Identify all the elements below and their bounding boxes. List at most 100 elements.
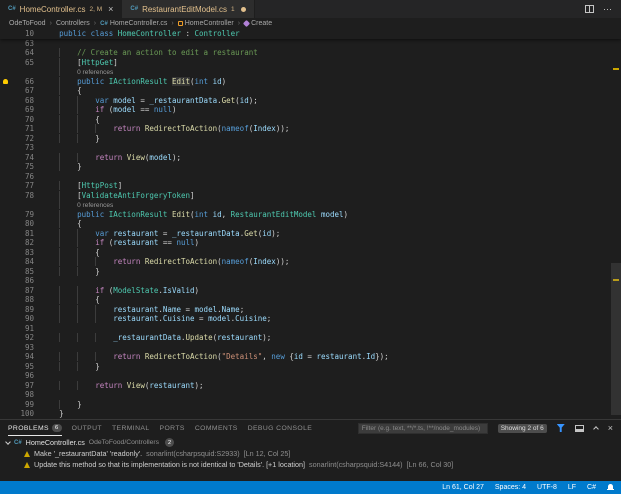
panel-tab-output[interactable]: OUTPUT: [72, 420, 102, 436]
scrollbar[interactable]: [611, 29, 621, 419]
breadcrumb-item-controllers[interactable]: Controllers: [56, 20, 90, 27]
problem-row[interactable]: Make '_restaurantData' 'readonly'. sonar…: [0, 448, 621, 459]
breadcrumb-item-class[interactable]: HomeController: [178, 20, 234, 27]
code-line[interactable]: 82 if (restaurant == null): [0, 238, 621, 248]
code-line[interactable]: 81 var restaurant = _restaurantData.Get(…: [0, 229, 621, 239]
code-line[interactable]: 66 public IActionResult Edit(int id): [0, 77, 621, 87]
gutter-glyph-margin: [0, 48, 12, 58]
chevron-right-icon: ›: [94, 20, 96, 27]
code-text: [34, 276, 621, 286]
panel-tab-terminal[interactable]: TERMINAL: [112, 420, 150, 436]
problems-list: C# HomeController.cs OdeToFood/Controlle…: [0, 436, 621, 481]
code-line[interactable]: 79 public IActionResult Edit(int id, Res…: [0, 210, 621, 220]
gutter-glyph-margin: [0, 105, 12, 115]
code-line[interactable]: 70 {: [0, 115, 621, 125]
line-number: 87: [12, 286, 34, 296]
code-line[interactable]: 97 return View(restaurant);: [0, 381, 621, 391]
chevron-right-icon: ›: [50, 20, 52, 27]
line-number: 94: [12, 352, 34, 362]
code-line[interactable]: 98: [0, 390, 621, 400]
line-number: 83: [12, 248, 34, 258]
code-line[interactable]: 63: [0, 39, 621, 49]
code-line[interactable]: 72 }: [0, 134, 621, 144]
line-number: 63: [12, 39, 34, 49]
code-line[interactable]: 83 {: [0, 248, 621, 258]
split-editor-icon[interactable]: [585, 5, 594, 13]
code-line[interactable]: 78 [ValidateAntiForgeryToken]: [0, 191, 621, 201]
gutter-glyph-margin: [0, 153, 12, 163]
code-line[interactable]: 69 if (model == null): [0, 105, 621, 115]
problems-filter-input[interactable]: [358, 423, 488, 434]
code-line[interactable]: 10 public class HomeController : Control…: [0, 29, 621, 39]
status-language[interactable]: C#: [587, 484, 596, 491]
code-line[interactable]: 84 return RedirectToAction(nameof(Index)…: [0, 257, 621, 267]
code-line[interactable]: 75 }: [0, 162, 621, 172]
code-line[interactable]: 87 if (ModelState.IsValid): [0, 286, 621, 296]
more-actions-icon[interactable]: ⋯: [603, 5, 612, 14]
code-line[interactable]: 73: [0, 143, 621, 153]
gutter-glyph-margin: [0, 362, 12, 372]
status-encoding[interactable]: UTF-8: [537, 484, 557, 491]
code-line[interactable]: 99 }: [0, 400, 621, 410]
code-line[interactable]: 95 }: [0, 362, 621, 372]
code-line[interactable]: 71 return RedirectToAction(nameof(Index)…: [0, 124, 621, 134]
vscode-window: C# HomeController.cs 2, M × C# Restauran…: [0, 0, 621, 494]
code-line[interactable]: 86: [0, 276, 621, 286]
status-indentation[interactable]: Spaces: 4: [495, 484, 526, 491]
problem-row[interactable]: Update this method so that its implement…: [0, 459, 621, 470]
code-line[interactable]: 74 return View(model);: [0, 153, 621, 163]
code-line[interactable]: 94 return RedirectToAction("Details", ne…: [0, 352, 621, 362]
chevron-up-icon[interactable]: [593, 426, 599, 432]
gutter-glyph-margin: [0, 115, 12, 125]
gutter-glyph-margin: [0, 295, 12, 305]
code-line[interactable]: 76: [0, 172, 621, 182]
codelens-row[interactable]: 0 references: [0, 200, 621, 210]
code-line[interactable]: 68 var model = _restaurantData.Get(id);: [0, 96, 621, 106]
breadcrumb-item-project[interactable]: OdeToFood: [9, 20, 46, 27]
code-line[interactable]: 80 {: [0, 219, 621, 229]
panel-tab-ports[interactable]: PORTS: [160, 420, 185, 436]
code-line[interactable]: 93: [0, 343, 621, 353]
code-line[interactable]: 88 {: [0, 295, 621, 305]
panel-tab-comments[interactable]: COMMENTS: [195, 420, 238, 436]
panel-tab-debug-console[interactable]: DEBUG CONSOLE: [248, 420, 313, 436]
code-line[interactable]: 90 restaurant.Cuisine = model.Cuisine;: [0, 314, 621, 324]
breadcrumb-item-file[interactable]: C# HomeController.cs: [100, 20, 167, 27]
breadcrumb-item-method[interactable]: Create: [244, 20, 272, 27]
close-icon[interactable]: ×: [108, 5, 113, 14]
codelens-row[interactable]: 0 references: [0, 67, 621, 77]
unsaved-dot-icon[interactable]: [241, 7, 246, 12]
line-number: [12, 67, 34, 77]
chevron-right-icon: ›: [171, 20, 173, 27]
code-line[interactable]: 89 restaurant.Name = model.Name;: [0, 305, 621, 315]
code-line[interactable]: 77 [HttpPost]: [0, 181, 621, 191]
line-number: 70: [12, 115, 34, 125]
scrollbar-thumb[interactable]: [611, 263, 621, 415]
status-cursor-position[interactable]: Ln 61, Col 27: [442, 484, 484, 491]
code-line[interactable]: 100 }: [0, 409, 621, 419]
line-number: 77: [12, 181, 34, 191]
code-line[interactable]: 92 _restaurantData.Update(restaurant);: [0, 333, 621, 343]
lightbulb-icon[interactable]: [3, 79, 8, 84]
code-line[interactable]: 65 [HttpGet]: [0, 58, 621, 68]
problems-file-row[interactable]: C# HomeController.cs OdeToFood/Controlle…: [0, 437, 621, 448]
code-line[interactable]: 85 }: [0, 267, 621, 277]
code-line[interactable]: 67 {: [0, 86, 621, 96]
panel-tab-problems[interactable]: PROBLEMS 6: [8, 420, 62, 436]
code-line[interactable]: 91: [0, 324, 621, 334]
panel-close-icon[interactable]: ×: [608, 424, 613, 433]
tab-homecontroller[interactable]: C# HomeController.cs 2, M ×: [0, 0, 122, 18]
notifications-bell-icon[interactable]: [607, 484, 614, 492]
line-number: 74: [12, 153, 34, 163]
code-text: var model = _restaurantData.Get(id);: [34, 96, 621, 106]
panel-layout-icon[interactable]: [575, 425, 584, 432]
code-text: restaurant.Cuisine = model.Cuisine;: [34, 314, 621, 324]
code-editor[interactable]: 10 public class HomeController : Control…: [0, 29, 621, 419]
code-line[interactable]: 64 // Create an action to edit a restaur…: [0, 48, 621, 58]
code-text: [HttpGet]: [34, 58, 621, 68]
gutter-glyph-margin: [0, 181, 12, 191]
code-line[interactable]: 96: [0, 371, 621, 381]
filter-funnel-icon[interactable]: [557, 424, 565, 432]
tab-restauranteditmodel[interactable]: C# RestaurantEditModel.cs 1: [122, 0, 254, 18]
status-eol[interactable]: LF: [568, 484, 576, 491]
